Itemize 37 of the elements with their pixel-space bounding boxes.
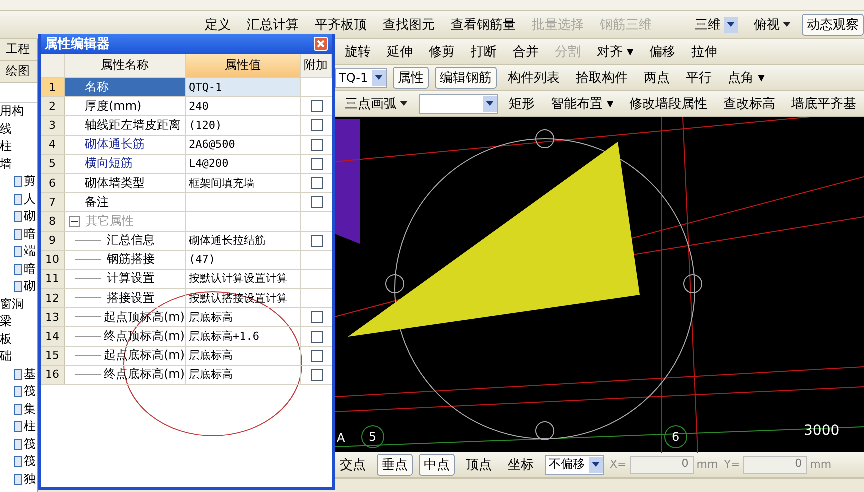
property-name: 备注 <box>65 193 186 212</box>
unit-label: mm <box>696 458 718 471</box>
row-number: 9 <box>41 232 65 250</box>
property-name: 砌体通长筋 <box>65 136 186 154</box>
row-number: 7 <box>41 193 65 212</box>
property-name: 计算设置 <box>65 270 186 288</box>
coordinate-label: X= <box>610 458 627 471</box>
row-number: 12 <box>41 289 65 308</box>
dimension-label: 3000 <box>804 423 840 439</box>
axis-label: 6 <box>672 430 680 444</box>
dialog-title: 属性编辑器 <box>45 36 110 53</box>
row-number: 1 <box>41 78 65 96</box>
property-name: 汇总信息 <box>65 232 186 250</box>
row-number: 15 <box>41 346 65 365</box>
property-name: 横向短筋 <box>65 154 186 173</box>
row-number: 2 <box>41 97 65 116</box>
row-number: 6 <box>41 174 65 192</box>
unit-label: mm <box>810 458 832 471</box>
property-name: 搭接设置 <box>65 289 186 308</box>
property-name: 钢筋搭接 <box>65 250 186 269</box>
axis-label: A <box>337 431 346 445</box>
row-number: 13 <box>41 308 65 326</box>
axis-label: 5 <box>369 430 377 444</box>
property-name: 轴线距左墙皮距离 <box>65 116 186 135</box>
row-number: 11 <box>41 270 65 288</box>
property-name: 砌体墙类型 <box>65 174 186 192</box>
property-name: 厚度(mm) <box>65 97 186 116</box>
coordinate-label: Y= <box>724 458 740 471</box>
row-number: 14 <box>41 327 65 346</box>
row-number: 16 <box>41 366 65 384</box>
row-number: 8 <box>41 212 65 230</box>
row-number: 5 <box>41 154 65 173</box>
row-number: 3 <box>41 116 65 135</box>
row-number: 4 <box>41 136 65 154</box>
property-name: 名称 <box>65 78 186 96</box>
property-name: 其它属性 <box>65 212 186 230</box>
row-number: 10 <box>41 250 65 269</box>
